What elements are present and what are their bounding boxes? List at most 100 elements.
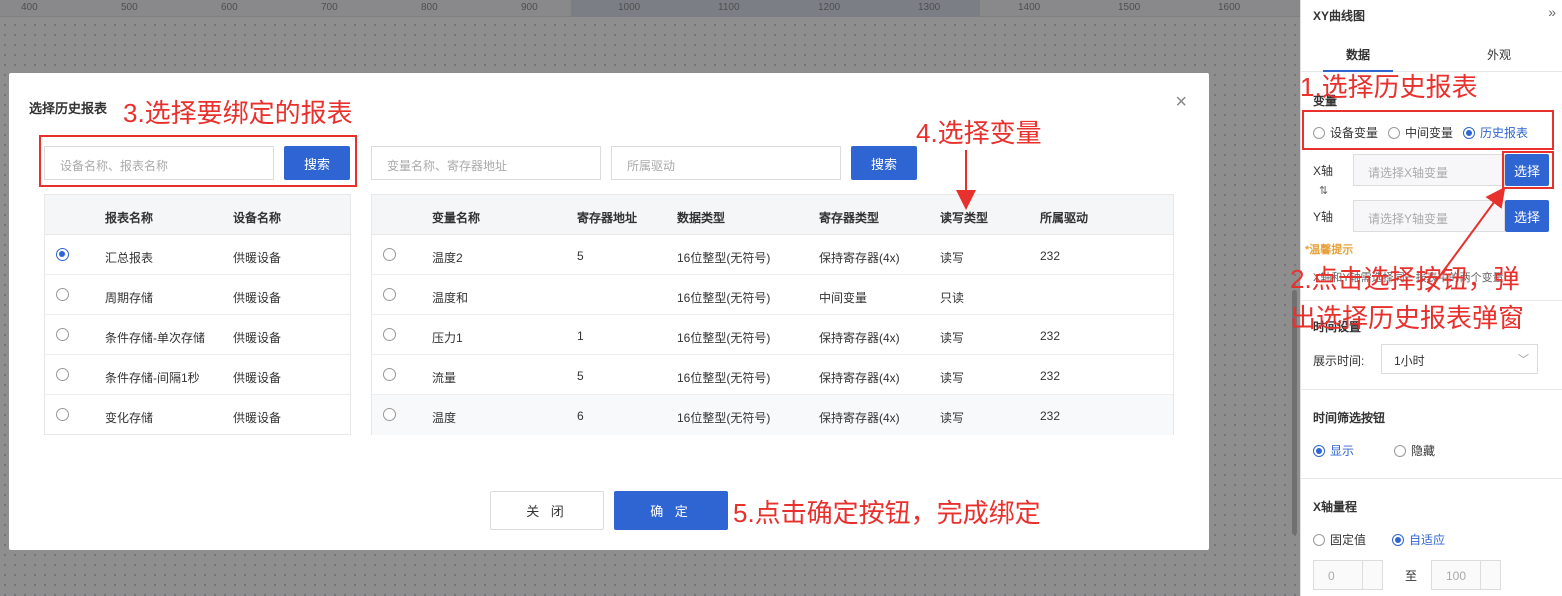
select-value: 1小时 (1394, 354, 1425, 368)
table-row[interactable]: 周期存储 供暖设备 (45, 275, 350, 315)
variable-table-header: 变量名称 寄存器地址 数据类型 寄存器类型 读写类型 所属驱动 (372, 195, 1173, 235)
radio-adaptive[interactable]: 自适应 (1392, 531, 1445, 548)
x-axis-input[interactable]: 请选择X轴变量 (1353, 154, 1505, 186)
rw-type: 读写 (940, 371, 965, 385)
table-row[interactable]: 条件存储-单次存储 供暖设备 (45, 315, 350, 355)
variable-name: 温度2 (432, 251, 463, 265)
annotation-box-history-report (1302, 110, 1554, 150)
row-radio[interactable] (383, 288, 396, 301)
register-address: 6 (577, 409, 584, 423)
radio-icon (1313, 533, 1325, 546)
column-header: 数据类型 (677, 211, 726, 225)
variable-search-button[interactable]: 搜索 (851, 146, 917, 180)
row-radio[interactable] (383, 408, 396, 421)
annotation-step4: 4.选择变量 (916, 118, 1042, 148)
y-axis-label: Y轴 (1313, 210, 1334, 224)
register-type: 保持寄存器(4x) (819, 371, 900, 385)
table-row[interactable]: 温度2 5 16位整型(无符号) 保持寄存器(4x) 读写 232 (372, 235, 1173, 275)
collapse-icon[interactable]: » (1548, 4, 1556, 20)
close-icon[interactable]: × (1175, 91, 1187, 114)
row-radio[interactable] (383, 248, 396, 261)
range-max-stepper[interactable]: 100 (1431, 560, 1501, 590)
section-divider (1301, 300, 1562, 301)
column-header: 所属驱动 (1040, 211, 1089, 225)
variable-name: 压力1 (432, 331, 463, 345)
driver-search-input[interactable]: 所属驱动 (611, 146, 841, 180)
radio-show[interactable]: 显示 (1313, 442, 1354, 459)
row-radio[interactable] (56, 408, 69, 421)
stepper-arrows[interactable] (1480, 561, 1500, 589)
annotation-step5: 5.点击确定按钮，完成绑定 (733, 498, 1041, 528)
row-radio-selected[interactable] (56, 248, 69, 261)
rw-type: 只读 (940, 291, 965, 305)
x-axis-label: X轴 (1313, 164, 1334, 178)
annotation-box-select-button (1502, 151, 1554, 189)
table-row[interactable]: 压力1 1 16位整型(无符号) 保持寄存器(4x) 读写 232 (372, 315, 1173, 355)
variable-table: 变量名称 寄存器地址 数据类型 寄存器类型 读写类型 所属驱动 温度2 5 16位整… (371, 194, 1174, 435)
annotation-step1: 1.选择历史报表 (1300, 72, 1478, 102)
device-name: 供暖设备 (233, 291, 282, 305)
table-row[interactable]: 流量 5 16位整型(无符号) 保持寄存器(4x) 读写 232 (372, 355, 1173, 395)
register-address: 1 (577, 329, 584, 343)
register-type: 中间变量 (819, 291, 868, 305)
driver: 232 (1040, 409, 1061, 423)
row-radio[interactable] (383, 368, 396, 381)
variable-name: 流量 (432, 371, 457, 385)
annotation-step2-line2: 出选择历史报表弹窗 (1290, 303, 1525, 333)
confirm-button[interactable]: 确 定 (614, 491, 728, 530)
display-time-select[interactable]: 1小时 ﹀ (1381, 344, 1538, 374)
row-radio[interactable] (56, 328, 69, 341)
radio-icon-selected (1313, 444, 1325, 457)
row-radio[interactable] (56, 288, 69, 301)
tip-title: *温馨提示 (1305, 244, 1354, 256)
tab-appearance[interactable]: 外观 (1487, 46, 1511, 63)
radio-fixed[interactable]: 固定值 (1313, 531, 1366, 548)
device-name: 供暖设备 (233, 371, 282, 385)
chevron-down-icon: ﹀ (1518, 354, 1529, 366)
report-table-header: 报表名称 设备名称 (45, 195, 350, 235)
annotation-box-report-search (39, 135, 357, 187)
row-radio[interactable] (383, 328, 396, 341)
report-name: 汇总报表 (105, 251, 154, 265)
table-row[interactable]: 变化存储 供暖设备 (45, 395, 350, 435)
device-name: 供暖设备 (233, 251, 282, 265)
row-radio[interactable] (56, 368, 69, 381)
column-header: 变量名称 (432, 211, 481, 225)
stepper-value: 100 (1446, 569, 1467, 583)
radio-hide[interactable]: 隐藏 (1394, 442, 1435, 459)
data-type: 16位整型(无符号) (677, 411, 771, 425)
data-type: 16位整型(无符号) (677, 251, 771, 265)
annotation-step3: 3.选择要绑定的报表 (123, 98, 353, 128)
radio-icon-selected (1392, 533, 1405, 546)
y-axis-select-button[interactable]: 选择 (1505, 200, 1549, 232)
table-row[interactable]: 温度 6 16位整型(无符号) 保持寄存器(4x) 读写 232 (372, 395, 1173, 435)
tab-data[interactable]: 数据 (1346, 46, 1370, 63)
variable-name: 温度和 (432, 291, 469, 305)
report-name: 周期存储 (105, 291, 154, 305)
device-name: 供暖设备 (233, 331, 282, 345)
table-row[interactable]: 条件存储-间隔1秒 供暖设备 (45, 355, 350, 395)
data-type: 16位整型(无符号) (677, 371, 771, 385)
table-row[interactable]: 汇总报表 供暖设备 (45, 235, 350, 275)
table-row[interactable]: 温度和 16位整型(无符号) 中间变量 只读 (372, 275, 1173, 315)
variable-search-input[interactable]: 变量名称、寄存器地址 (371, 146, 601, 180)
range-min-stepper[interactable]: 0 (1313, 560, 1383, 590)
y-axis-input[interactable]: 请选择Y轴变量 (1353, 200, 1505, 232)
driver: 232 (1040, 369, 1061, 383)
variable-name: 温度 (432, 411, 457, 425)
report-table: 报表名称 设备名称 汇总报表 供暖设备 周期存储 供暖设备 条件存储-单次存储 供暖设… (44, 194, 351, 435)
column-header: 设备名称 (233, 211, 282, 225)
section-divider (1301, 478, 1562, 479)
display-time-label: 展示时间: (1313, 354, 1365, 368)
register-address: 5 (577, 369, 584, 383)
register-type: 保持寄存器(4x) (819, 411, 900, 425)
device-name: 供暖设备 (233, 411, 282, 425)
close-button[interactable]: 关 闭 (490, 491, 604, 530)
stepper-arrows[interactable] (1362, 561, 1382, 589)
range-to-label: 至 (1405, 569, 1418, 583)
driver: 232 (1040, 249, 1061, 263)
rw-type: 读写 (940, 411, 965, 425)
swap-axis-icon[interactable]: ⇅ (1319, 184, 1328, 197)
section-divider (1301, 389, 1562, 390)
radio-label: 自适应 (1409, 533, 1446, 547)
